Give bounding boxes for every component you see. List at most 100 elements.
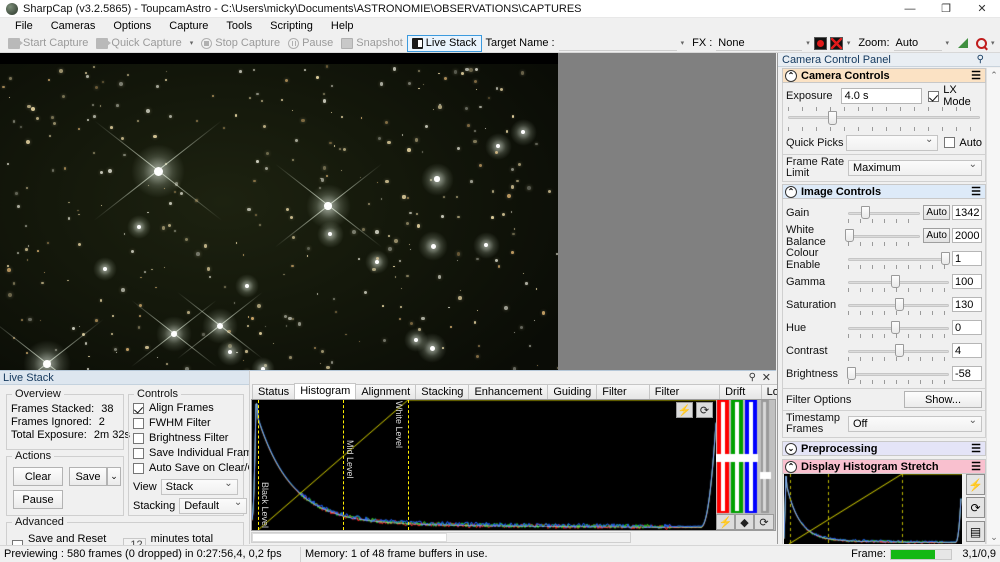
slider-thumb[interactable] bbox=[895, 298, 904, 311]
filter-options-show-button[interactable]: Show... bbox=[904, 391, 982, 408]
clear-button[interactable]: Clear bbox=[13, 467, 63, 486]
white-level-marker[interactable] bbox=[408, 400, 409, 530]
menu-item-help[interactable]: Help bbox=[322, 18, 363, 34]
fx-select[interactable]: None bbox=[716, 36, 802, 51]
histogram-scrollbar[interactable] bbox=[251, 532, 631, 543]
histogram-canvas[interactable]: Black Level Mid Level White Level ⚡ ⟳ bbox=[252, 400, 717, 530]
stretch-reset-icon[interactable]: ⟳ bbox=[966, 497, 985, 518]
magnifier-icon[interactable] bbox=[976, 38, 987, 49]
menu-item-scripting[interactable]: Scripting bbox=[261, 18, 322, 34]
section-preprocessing[interactable]: ⌄ Preprocessing ☰ bbox=[782, 441, 986, 456]
timestamp-frames-select[interactable]: Off bbox=[848, 416, 982, 432]
stop-capture-button[interactable]: Stop Capture bbox=[197, 35, 284, 52]
save-dropdown-button[interactable]: ⌄ bbox=[107, 467, 121, 486]
slider[interactable] bbox=[848, 319, 949, 337]
tab-stacking[interactable]: Stacking bbox=[415, 384, 469, 399]
exposure-slider[interactable] bbox=[788, 107, 980, 133]
zoom-select[interactable]: Auto bbox=[894, 36, 942, 51]
live-stack-button[interactable]: Live Stack bbox=[407, 35, 482, 52]
menu-icon[interactable]: ☰ bbox=[971, 185, 981, 198]
preview-area[interactable] bbox=[0, 53, 776, 370]
slider[interactable] bbox=[848, 250, 949, 268]
slider-thumb[interactable] bbox=[895, 344, 904, 357]
slider-thumb[interactable] bbox=[845, 229, 854, 242]
tab-histogram[interactable]: Histogram bbox=[294, 383, 356, 399]
quick-capture-button[interactable]: Quick Capture bbox=[92, 35, 185, 52]
scrollbar-thumb[interactable] bbox=[252, 533, 447, 542]
menu-icon[interactable]: ☰ bbox=[971, 442, 981, 455]
slider[interactable] bbox=[848, 227, 920, 245]
target-name-input[interactable] bbox=[559, 36, 677, 51]
slider-value-input[interactable]: 100 bbox=[952, 274, 982, 289]
slider-value-input[interactable]: 2000 bbox=[952, 228, 982, 243]
maximize-icon[interactable]: ❐ bbox=[928, 0, 964, 18]
slider-value-input[interactable]: 1 bbox=[952, 251, 982, 266]
slider-thumb[interactable] bbox=[861, 206, 870, 219]
view-select[interactable]: Stack bbox=[161, 479, 238, 495]
section-image-controls[interactable]: ⌃ Image Controls ☰ bbox=[782, 184, 986, 199]
menu-item-capture[interactable]: Capture bbox=[160, 18, 217, 34]
slider-value-input[interactable]: 130 bbox=[952, 297, 982, 312]
tab-status[interactable]: Status bbox=[252, 384, 295, 399]
lx-mode-checkbox[interactable] bbox=[928, 91, 939, 102]
rgb-auto-icon[interactable]: ⚡ bbox=[716, 514, 735, 530]
black-level-marker[interactable] bbox=[258, 400, 259, 530]
tab-alignment[interactable]: Alignment bbox=[355, 384, 416, 399]
rgb-level-bars[interactable]: ⚡ ◆ ⟳ bbox=[716, 400, 775, 530]
menu-item-file[interactable]: File bbox=[6, 18, 42, 34]
red-circle-icon[interactable] bbox=[814, 37, 827, 50]
pause-stack-button[interactable]: Pause bbox=[13, 490, 63, 509]
auto-stretch-icon[interactable]: ⚡ bbox=[676, 402, 693, 418]
auto-button[interactable]: Auto bbox=[923, 228, 950, 243]
slider-value-input[interactable]: 0 bbox=[952, 320, 982, 335]
histogram-icon[interactable] bbox=[958, 38, 968, 48]
rgb-mid-icon[interactable]: ◆ bbox=[735, 514, 754, 530]
rgb-reset-icon[interactable]: ⟳ bbox=[754, 514, 774, 530]
tab-guiding[interactable]: Guiding bbox=[547, 384, 597, 399]
quick-picks-select[interactable] bbox=[846, 135, 938, 151]
section-display-histogram-stretch[interactable]: ⌃ Display Histogram Stretch ☰ bbox=[782, 459, 986, 474]
slider[interactable] bbox=[848, 204, 920, 222]
tab-filter-fwhm[interactable]: Filter (FWHM) bbox=[596, 384, 650, 399]
mid-level-marker[interactable] bbox=[343, 400, 344, 530]
red-cross-icon[interactable] bbox=[830, 37, 843, 50]
tab-drift-graph[interactable]: Drift Graph bbox=[719, 384, 762, 399]
tab-filter-brightness[interactable]: Filter (Brightness) bbox=[649, 384, 720, 399]
exposure-input[interactable]: 4.0 s bbox=[841, 88, 923, 104]
pin-icon[interactable]: ⚲ bbox=[749, 372, 756, 383]
slider-thumb[interactable] bbox=[828, 111, 837, 125]
overlay-dropdown-icon[interactable]: ▾ bbox=[843, 39, 855, 47]
slider-thumb[interactable] bbox=[891, 321, 900, 334]
scroll-up-icon[interactable]: ⌃ bbox=[987, 68, 1000, 82]
menu-item-options[interactable]: Options bbox=[104, 18, 160, 34]
scroll-down-icon[interactable]: ⌄ bbox=[987, 530, 1000, 544]
slider[interactable] bbox=[848, 273, 949, 291]
menu-icon[interactable]: ☰ bbox=[971, 460, 981, 473]
slider-value-input[interactable]: 1342 bbox=[952, 205, 982, 220]
section-camera-controls[interactable]: ⌃ Camera Controls ☰ bbox=[782, 68, 986, 83]
menu-item-tools[interactable]: Tools bbox=[217, 18, 261, 34]
target-name-dropdown-icon[interactable]: ▾ bbox=[677, 39, 689, 47]
panel-scrollbar[interactable]: ⌃ ⌄ bbox=[986, 68, 1000, 544]
tab-enhancement[interactable]: Enhancement bbox=[468, 384, 548, 399]
fx-dropdown-icon[interactable]: ▾ bbox=[802, 39, 814, 47]
stretch-auto-icon[interactable]: ⚡ bbox=[966, 474, 985, 495]
auto-button[interactable]: Auto bbox=[923, 205, 950, 220]
menu-icon[interactable]: ☰ bbox=[971, 69, 981, 82]
display-stretch-histogram[interactable] bbox=[784, 474, 962, 544]
slider[interactable] bbox=[848, 365, 949, 383]
slider-value-input[interactable]: -58 bbox=[952, 366, 982, 381]
slider[interactable] bbox=[848, 342, 949, 360]
minimize-icon[interactable]: — bbox=[892, 0, 928, 18]
frame-rate-limit-select[interactable]: Maximum bbox=[848, 160, 982, 176]
quick-picks-auto-checkbox[interactable] bbox=[944, 137, 955, 148]
slider-thumb[interactable] bbox=[847, 367, 856, 380]
slider[interactable] bbox=[848, 296, 949, 314]
slider-thumb[interactable] bbox=[941, 252, 950, 265]
snapshot-button[interactable]: Snapshot bbox=[337, 35, 406, 52]
camera-image[interactable] bbox=[0, 53, 558, 370]
stretch-save-icon[interactable]: ▤ bbox=[966, 521, 985, 542]
quick-capture-dropdown-icon[interactable]: ▾ bbox=[186, 39, 198, 47]
menu-item-cameras[interactable]: Cameras bbox=[42, 18, 105, 34]
reset-icon[interactable]: ⟳ bbox=[696, 402, 713, 418]
